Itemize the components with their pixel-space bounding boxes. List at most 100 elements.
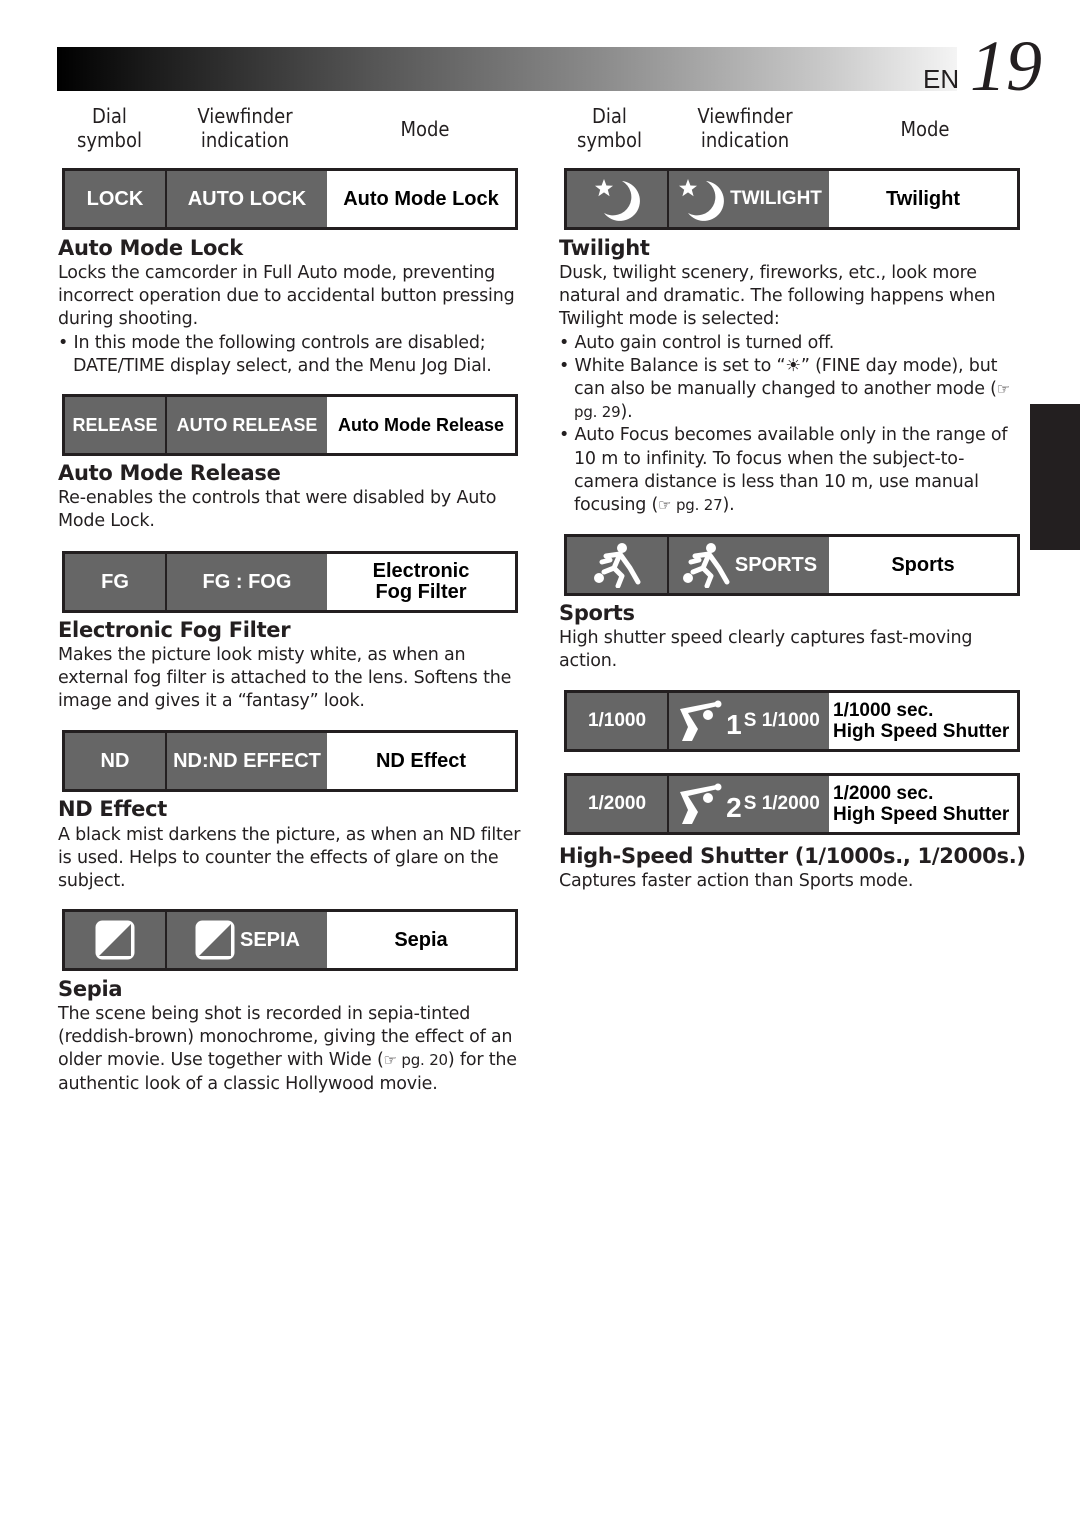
dial-symbol: LOCK — [65, 171, 167, 227]
column-header-viewfinder: Viewfinder indication — [175, 104, 315, 152]
mode-line: High Speed Shutter — [833, 804, 1010, 825]
viewfinder-text: SPORTS — [734, 553, 818, 576]
page-reference: ☞ pg. 20 — [383, 1051, 448, 1070]
viewfinder-text: TWILIGHT — [730, 188, 822, 209]
column-header-mode: Mode — [400, 117, 450, 141]
paragraph: The scene being shot is recorded in sepi… — [58, 1003, 523, 1096]
dial-symbol: 1/2000 — [567, 776, 669, 832]
page-reference: ☞ pg. 27 — [658, 496, 723, 515]
mode-name: 1/1000 sec. High Speed Shutter — [829, 693, 1017, 749]
dial-symbol — [567, 171, 669, 227]
dial-symbol: RELEASE — [65, 397, 167, 453]
mode-row-auto-lock: LOCK AUTO LOCK Auto Mode Lock — [62, 168, 518, 230]
bullet-item: • Auto gain control is turned off. — [559, 332, 835, 353]
paragraph: High shutter speed clearly captures fast… — [559, 628, 973, 672]
twilight-icon — [679, 179, 725, 221]
bullet-item: • In this mode the following controls ar… — [58, 332, 492, 376]
paragraph: Captures faster action than Sports mode. — [559, 871, 914, 891]
mode-name: Sepia — [327, 912, 515, 968]
paragraph: Makes the picture look misty white, as w… — [58, 645, 512, 712]
sepia-icon — [195, 920, 235, 960]
section-body: High shutter speed clearly captures fast… — [559, 627, 1024, 673]
section-body: A black mist darkens the picture, as whe… — [58, 824, 528, 894]
sepia-icon — [95, 920, 135, 960]
viewfinder-indication: FG : FOG — [167, 554, 327, 610]
language-label: EN — [923, 64, 960, 94]
shutter-index: 2 — [726, 792, 742, 823]
mode-line: 1/1000 sec. — [833, 700, 934, 721]
mode-row-auto-release: RELEASE AUTO RELEASE Auto Mode Release — [62, 394, 518, 456]
section-title: Auto Mode Release — [58, 461, 281, 485]
page-number: 19 — [970, 26, 1042, 106]
mode-name: Electronic Fog Filter — [327, 554, 515, 610]
column-header-mode: Mode — [900, 117, 950, 141]
viewfinder-text: S 1/2000 — [743, 793, 820, 814]
header-text: symbol — [77, 128, 142, 152]
section-title: ND Effect — [58, 797, 167, 821]
dial-symbol — [65, 912, 167, 968]
section-body: The scene being shot is recorded in sepi… — [58, 1003, 523, 1096]
mode-name: 1/2000 sec. High Speed Shutter — [829, 776, 1017, 832]
bullet-text: In this mode the following controls are … — [73, 332, 492, 376]
mode-line: 1/2000 sec. — [833, 783, 934, 804]
bullet-text: Auto gain control is turned off. — [574, 332, 835, 353]
section-body: Captures faster action than Sports mode. — [559, 870, 1024, 893]
sports-icon — [594, 543, 641, 588]
header-text: Dial — [92, 104, 127, 128]
shutter-index: 1 — [726, 709, 742, 740]
viewfinder-indication: 1 S 1/1000 — [669, 693, 829, 749]
shutter-speed-icon — [680, 700, 722, 741]
mode-line: Fog Filter — [375, 581, 467, 603]
mode-line: Electronic — [372, 560, 470, 582]
header-text: indication — [200, 128, 290, 152]
bullet-text: Auto Focus becomes available only in the… — [574, 425, 1008, 516]
dial-symbol: FG — [65, 554, 167, 610]
mode-row-twilight: TWILIGHT Twilight — [564, 168, 1020, 230]
viewfinder-indication: AUTO RELEASE — [167, 397, 327, 453]
header-text: symbol — [577, 128, 642, 152]
section-body: Dusk, twilight scenery, fireworks, etc.,… — [559, 262, 1027, 517]
bullet-text: White Balance is set to “ — [574, 355, 786, 376]
paragraph: Locks the camcorder in Full Auto mode, p… — [58, 263, 515, 330]
section-title: Electronic Fog Filter — [58, 618, 291, 642]
section-thumb-tab — [1030, 404, 1080, 550]
mode-row-sepia: SEPIA Sepia — [62, 909, 518, 971]
mode-name: Auto Mode Lock — [327, 171, 515, 227]
mode-row-nd: ND ND:ND EFFECT ND Effect — [62, 730, 518, 792]
header-text: indication — [700, 128, 790, 152]
section-body: Locks the camcorder in Full Auto mode, p… — [58, 262, 523, 378]
mode-name: Auto Mode Release — [327, 397, 515, 453]
twilight-icon — [595, 179, 640, 221]
viewfinder-indication: 2 S 1/2000 — [669, 776, 829, 832]
column-header-viewfinder: Viewfinder indication — [675, 104, 815, 152]
header-text: Viewfinder — [197, 104, 293, 128]
mode-name: Sports — [829, 537, 1017, 593]
viewfinder-indication: AUTO LOCK — [167, 171, 327, 227]
section-title: Twilight — [559, 236, 650, 260]
header-gradient-bar — [57, 47, 957, 91]
sun-icon: ☀ — [785, 355, 801, 376]
sports-icon — [682, 543, 730, 588]
bullet-text: ). — [620, 402, 633, 423]
mode-row-shutter-2000: 1/2000 2 S 1/2000 1/2000 sec. High Speed … — [564, 773, 1020, 835]
viewfinder-indication: TWILIGHT — [669, 171, 829, 227]
header-text: Dial — [592, 104, 627, 128]
paragraph: Dusk, twilight scenery, fireworks, etc.,… — [559, 263, 996, 330]
dial-symbol: 1/1000 — [567, 693, 669, 749]
section-body: Makes the picture look misty white, as w… — [58, 644, 523, 714]
bullet-item: • White Balance is set to “☀” (FINE day … — [559, 355, 1011, 423]
bullet-text: ). — [722, 495, 735, 516]
mode-name: ND Effect — [327, 733, 515, 789]
shutter-speed-icon — [680, 783, 722, 824]
section-title: Auto Mode Lock — [58, 236, 243, 260]
mode-row-sports: SPORTS Sports — [564, 534, 1020, 596]
paragraph: A black mist darkens the picture, as whe… — [58, 825, 521, 892]
mode-name: Twilight — [829, 171, 1017, 227]
mode-row-shutter-1000: 1/1000 1 S 1/1000 1/1000 sec. High Speed … — [564, 690, 1020, 752]
section-title: Sports — [559, 601, 635, 625]
paragraph: Re-enables the controls that were disabl… — [58, 488, 497, 532]
viewfinder-text: SEPIA — [239, 928, 301, 951]
mode-line: High Speed Shutter — [833, 721, 1010, 742]
dial-symbol — [567, 537, 669, 593]
section-body: Re-enables the controls that were disabl… — [58, 487, 523, 533]
